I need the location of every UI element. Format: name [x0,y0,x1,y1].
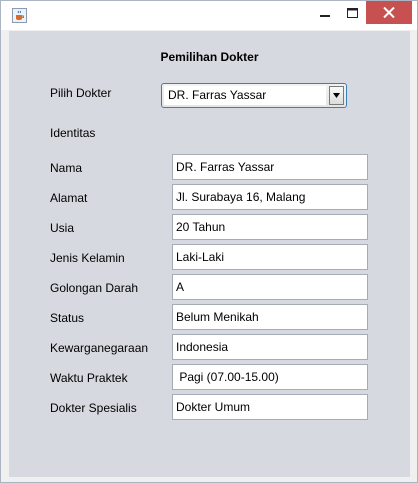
doctor-select-value: DR. Farras Yassar [164,86,326,105]
doctor-select-label: Pilih Dokter [50,86,112,100]
age-label: Usia [50,221,75,235]
app-window: Pemilihan Dokter Pilih Dokter DR. Farras… [0,0,418,483]
status-label: Status [50,311,85,325]
form-panel: Pemilihan Dokter Pilih Dokter DR. Farras… [9,31,410,477]
status-field[interactable]: Belum Menikah [172,304,368,330]
name-field[interactable]: DR. Farras Yassar [172,154,368,180]
doctor-select[interactable]: DR. Farras Yassar [161,83,347,108]
address-label: Alamat [50,191,88,205]
form-heading: Pemilihan Dokter [160,50,259,64]
practice-time-field[interactable]: Pagi (07.00-15.00) [172,364,368,390]
gender-label: Jenis Kelamin [50,251,125,265]
age-field[interactable]: 20 Tahun [172,214,368,240]
doctor-select-arrow[interactable] [329,86,344,105]
specialist-field[interactable]: Dokter Umum [172,394,368,420]
chevron-down-icon [333,93,340,98]
minimize-button[interactable] [310,1,340,24]
blood-type-field[interactable]: A [172,274,368,300]
blood-type-label: Golongan Darah [50,281,139,295]
identity-section-label: Identitas [50,126,96,140]
maximize-button[interactable] [337,1,367,24]
address-field[interactable]: Jl. Surabaya 16, Malang [172,184,368,210]
specialist-label: Dokter Spesialis [50,401,137,415]
maximize-icon [346,7,358,18]
nationality-label: Kewarganegaraan [50,341,149,355]
gender-field[interactable]: Laki-Laki [172,244,368,270]
practice-time-label: Waktu Praktek [50,371,128,385]
nationality-field[interactable]: Indonesia [172,334,368,360]
title-bar[interactable] [1,1,417,30]
minimize-icon [320,14,330,17]
name-label: Nama [50,161,83,175]
close-icon [383,7,395,18]
java-cup-icon[interactable] [12,8,27,23]
close-button[interactable] [366,1,412,24]
